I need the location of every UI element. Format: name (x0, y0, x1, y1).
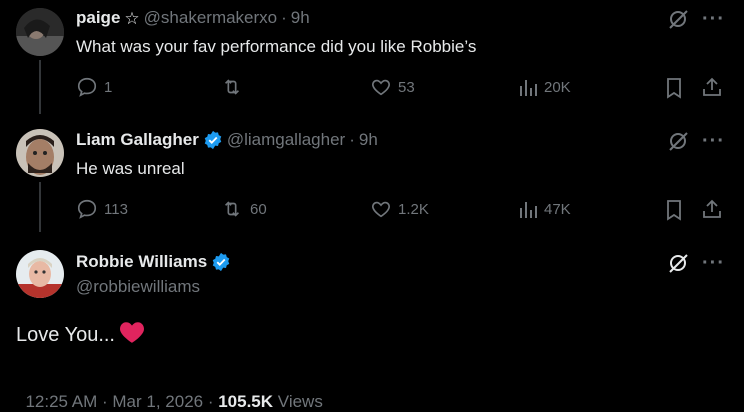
main-tweet-text-content: Love You... (16, 323, 115, 346)
views-label: Views (277, 392, 323, 411)
avatar-image (16, 250, 64, 298)
heart-icon (370, 198, 392, 220)
reply-count: 113 (104, 200, 128, 218)
reply-count: 1 (104, 78, 113, 96)
verified-badge-icon (203, 130, 223, 150)
share-icon[interactable] (701, 198, 723, 225)
avatar[interactable] (16, 129, 64, 177)
views-icon (518, 198, 538, 220)
main-tweet-text: Love You... (16, 320, 145, 350)
like-button[interactable]: 1.2K (370, 198, 429, 220)
grok-icon[interactable] (667, 130, 689, 157)
avatar[interactable] (16, 250, 64, 298)
tweet-metadata: 12:25 AM · Mar 1, 2026 · 105.5K Views (16, 372, 323, 412)
thread-line (39, 182, 41, 232)
retweet-button[interactable] (220, 76, 250, 98)
reply-icon (76, 198, 98, 220)
display-name[interactable]: Liam Gallagher (76, 130, 199, 150)
avatar-image (16, 129, 64, 177)
handle[interactable]: @robbiewilliams (76, 277, 200, 297)
retweet-icon (220, 76, 244, 98)
separator-dot: · (281, 8, 287, 27)
views-count: 105.5K (218, 392, 274, 411)
thread-line (39, 60, 41, 114)
timestamp[interactable]: 9h (291, 8, 310, 28)
bookmark-icon[interactable] (664, 199, 684, 226)
more-icon[interactable]: ··· (702, 8, 725, 31)
avatar[interactable] (16, 8, 64, 56)
like-count: 53 (398, 78, 415, 96)
handle[interactable]: @shakermakerxo (144, 8, 277, 28)
grok-icon[interactable] (667, 8, 689, 35)
views-button[interactable]: 47K (518, 198, 571, 220)
more-icon[interactable]: ··· (702, 130, 725, 153)
like-button[interactable]: 53 (370, 76, 415, 98)
tweet-text: He was unreal (76, 159, 185, 178)
reply-button[interactable]: 113 (76, 198, 128, 220)
handle[interactable]: @liamgallagher (227, 130, 345, 150)
retweet-icon (220, 198, 244, 220)
views-button[interactable]: 20K (518, 76, 571, 98)
reply-button[interactable]: 1 (76, 76, 112, 98)
grok-icon[interactable] (667, 252, 689, 279)
verified-badge-icon (211, 252, 231, 272)
tweet-header: Robbie Williams (76, 252, 231, 272)
views-icon (518, 76, 538, 98)
views-count: 47K (544, 200, 571, 218)
avatar-image (16, 8, 64, 56)
bookmark-icon[interactable] (664, 77, 684, 104)
timestamp[interactable]: 9h (359, 130, 378, 150)
retweet-count: 60 (250, 200, 267, 218)
tweet-header: Liam Gallagher @liamgallagher · 9h (76, 130, 378, 150)
tweet-timestamp[interactable]: 12:25 AM · Mar 1, 2026 · (25, 392, 218, 411)
retweet-button[interactable]: 60 (220, 198, 267, 220)
more-icon[interactable]: ··· (702, 252, 725, 275)
tweet-text: What was your fav performance did you li… (76, 37, 477, 56)
tweet-header: paige ☆ @shakermakerxo · 9h (76, 8, 310, 28)
display-name[interactable]: paige (76, 8, 120, 28)
star-icon: ☆ (124, 8, 140, 28)
heart-emoji-icon (119, 320, 145, 350)
separator-dot: · (349, 130, 355, 149)
heart-icon (370, 76, 392, 98)
like-count: 1.2K (398, 200, 429, 218)
display-name[interactable]: Robbie Williams (76, 252, 207, 272)
share-icon[interactable] (701, 76, 723, 103)
views-count: 20K (544, 78, 571, 96)
reply-icon (76, 76, 98, 98)
